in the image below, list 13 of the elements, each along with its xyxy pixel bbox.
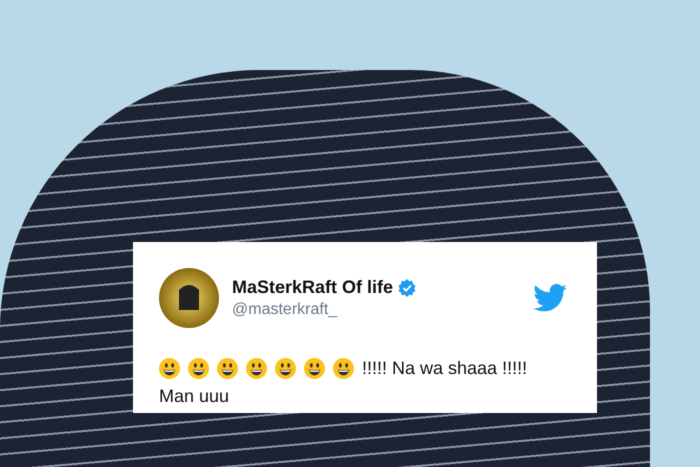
grinning-face-icon: [304, 358, 325, 378]
grinning-face-icon: [188, 358, 209, 378]
tweet-text: Man uuu: [159, 386, 230, 406]
grinning-face-icon: [333, 358, 354, 378]
bird-icon: [533, 284, 567, 312]
grinning-face-icon: [217, 358, 238, 378]
grinning-face-icon: [159, 358, 180, 378]
grinning-face-icon: [246, 358, 267, 378]
user-handle: @masterkraft_: [232, 301, 338, 319]
avatar-icon: [159, 268, 219, 328]
grinning-face-icon: [275, 358, 296, 378]
display-name: MaSterkRaft Of life: [232, 277, 394, 298]
tweet-text: !!!!! Na wa shaaa !!!!!: [362, 357, 528, 380]
